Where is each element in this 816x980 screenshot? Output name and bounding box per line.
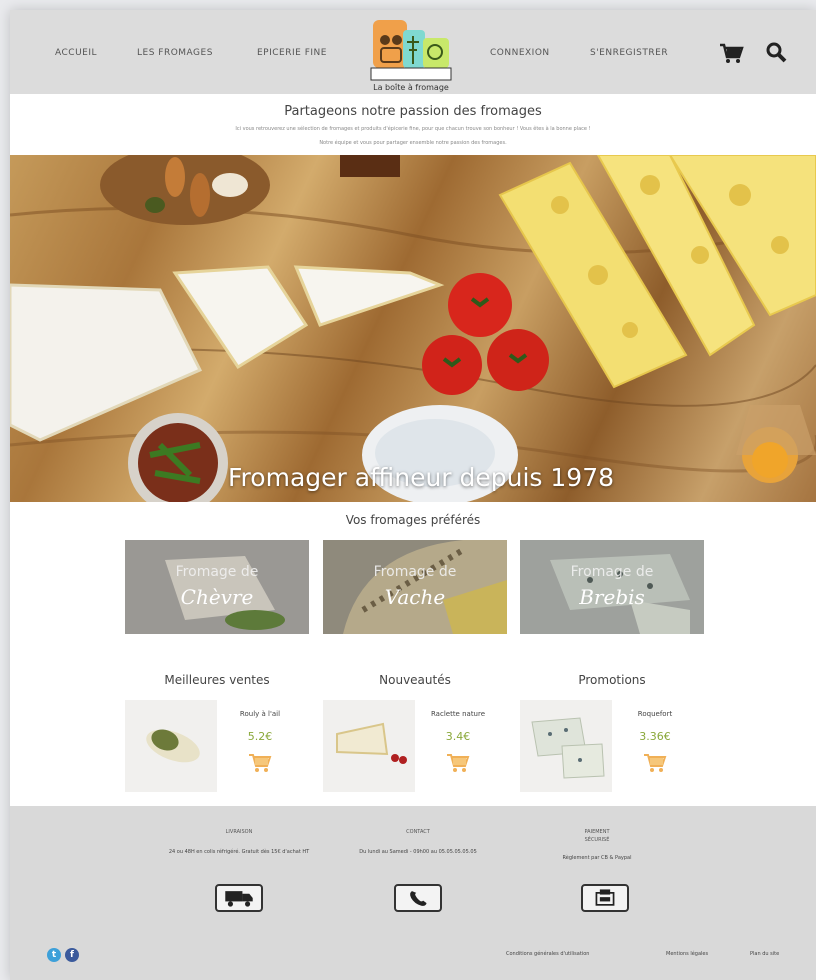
add-to-cart-icon[interactable] xyxy=(643,752,667,774)
column-title-promotions: Promotions xyxy=(578,673,646,687)
logo-text: La boîte à fromage xyxy=(373,83,449,92)
product-price: 3.4€ xyxy=(445,730,471,743)
product-image[interactable] xyxy=(125,700,217,792)
header: ACCUEIL LES FROMAGES EPICERIE FINE La bo… xyxy=(10,10,816,94)
footer-text-paiement: Règlement par CB & Paypal xyxy=(562,855,632,861)
tagline-text: Ici vous retrouverez une sélection de fr… xyxy=(235,126,591,132)
favorite-label: Brebis xyxy=(579,585,645,609)
product-cheese-image xyxy=(531,717,605,779)
footer-text-contact: Du lundi au Samedi - 09h00 au 05.05.05.0… xyxy=(359,849,477,855)
product-name[interactable]: Roquefort xyxy=(613,710,697,718)
nav-item-enregistrer[interactable]: S'ENREGISTRER xyxy=(590,48,668,58)
footer-link-cgu[interactable]: Conditions générales d'utilisation xyxy=(506,951,589,957)
favorite-label-top: Fromage de xyxy=(175,564,259,580)
favorite-label-top: Fromage de xyxy=(570,564,654,580)
footer-link-plan[interactable]: Plan du site xyxy=(750,951,779,957)
favorite-card-chevre[interactable]: Fromage de Chèvre xyxy=(125,540,309,634)
footer-link-mentions[interactable]: Mentions légales xyxy=(666,951,708,957)
favorite-card-brebis[interactable]: Fromage de Brebis xyxy=(520,540,704,634)
delivery-truck-icon xyxy=(215,884,263,912)
footer-heading-paiement: PAIEMENT SÉCURISÉ xyxy=(522,828,672,844)
tagline-title: Partageons notre passion des fromages xyxy=(284,104,542,119)
logo[interactable]: La boîte à fromage xyxy=(367,16,455,92)
favorites-title: Vos fromages préférés xyxy=(345,513,481,527)
nav-item-epicerie[interactable]: EPICERIE FINE xyxy=(257,48,327,58)
twitter-icon[interactable]: t xyxy=(47,948,61,962)
add-to-cart-icon[interactable] xyxy=(248,752,272,774)
favorite-label: Chèvre xyxy=(180,585,254,609)
favorite-label-top: Fromage de xyxy=(373,564,457,580)
footer-heading-paiement-line1: PAIEMENT xyxy=(584,829,610,835)
facebook-icon[interactable]: f xyxy=(65,948,79,962)
product-name[interactable]: Raclette nature xyxy=(416,710,500,718)
logo-illustration xyxy=(370,20,452,81)
tagline-text-2: Notre équipe et vous pour partager ensem… xyxy=(319,140,507,146)
footer-heading-paiement-line2: SÉCURISÉ xyxy=(584,837,610,843)
column-title-meilleures-ventes: Meilleures ventes xyxy=(164,673,270,687)
hero-image xyxy=(10,155,816,502)
product-name[interactable]: Rouly à l'ail xyxy=(218,710,302,718)
product-image[interactable] xyxy=(323,700,415,792)
footer-heading-livraison: LIVRAISON xyxy=(225,829,253,835)
footer: LIVRAISON 24 ou 48H en colis réfrigéré. … xyxy=(10,806,816,980)
product-price: 3.36€ xyxy=(639,730,671,743)
footer-heading-contact: CONTACT xyxy=(406,829,430,835)
page: ACCUEIL LES FROMAGES EPICERIE FINE La bo… xyxy=(10,10,816,980)
nav-item-connexion[interactable]: CONNEXION xyxy=(490,48,550,58)
product-price: 5.2€ xyxy=(247,730,273,743)
product-image[interactable] xyxy=(520,700,612,792)
column-title-nouveautes: Nouveautés xyxy=(379,673,451,687)
footer-text-livraison: 24 ou 48H en colis réfrigéré. Gratuit dè… xyxy=(168,849,310,855)
add-to-cart-icon[interactable] xyxy=(446,752,470,774)
product-cheese-image xyxy=(146,729,200,763)
favorite-label: Vache xyxy=(384,585,446,609)
nav-item-fromages[interactable]: LES FROMAGES xyxy=(137,48,213,58)
product-cheese-image xyxy=(336,722,407,764)
favorite-card-vache[interactable]: Fromage de Vache xyxy=(323,540,507,634)
search-icon[interactable] xyxy=(764,40,790,66)
hero-caption: Fromager affineur depuis 1978 xyxy=(228,463,615,492)
hero-banner: Fromager affineur depuis 1978 xyxy=(10,155,816,502)
cart-icon[interactable] xyxy=(718,40,744,66)
nav-item-accueil[interactable]: ACCUEIL xyxy=(55,48,97,58)
payment-register-icon xyxy=(581,884,629,912)
phone-icon xyxy=(394,884,442,912)
